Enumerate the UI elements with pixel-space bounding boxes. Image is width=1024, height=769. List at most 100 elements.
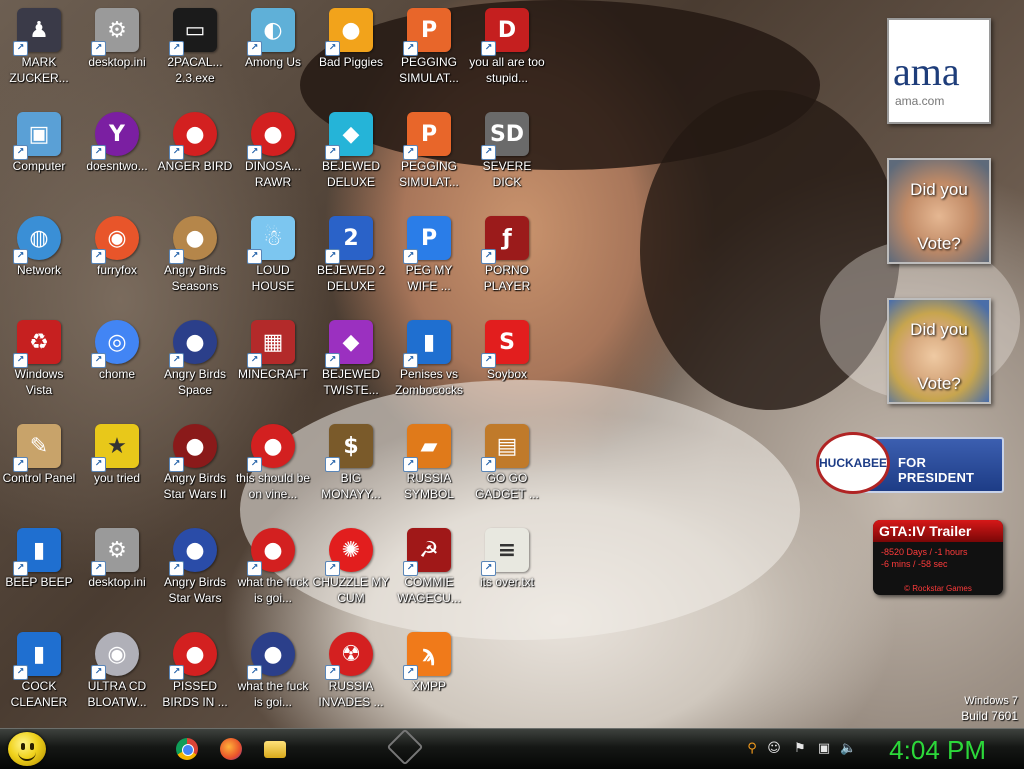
desktop-icon[interactable]: ✎ ↗ Control Panel [0,418,78,518]
did-you-vote-gadget-2[interactable]: Did you Vote? [887,298,991,404]
desktop-icon[interactable]: ● ↗ Bad Piggies [312,2,390,102]
desktop-icon[interactable]: ⚙ ↗ desktop.ini [78,2,156,102]
vote-line-1: Did you [910,180,968,199]
ama-logo-text: ama [893,49,960,94]
desktop-icon[interactable]: ♟ ↗ MARK ZUCKER... [0,2,78,102]
search-icon[interactable]: ⚲ [744,741,760,757]
ama-gadget[interactable]: ama ama.com [887,18,991,124]
desktop-icon[interactable]: 2 ↗ BEJEWED 2 DELUXE [312,210,390,310]
desktop-icon[interactable]: ▮ ↗ Penises vs Zombococks [390,314,468,414]
huckabee-for-president-gadget[interactable]: FOR PRESIDENT HUCKABEE [816,432,1004,494]
action-center-flag-icon[interactable]: ⚑ [792,741,808,757]
start-button[interactable] [8,732,46,766]
vote-line-2: Vote? [917,374,961,393]
pegging-icon: P ↗ [403,112,451,160]
desktop-icon-label: what the fuck is goi... [237,679,309,709]
desktop-icon[interactable]: ◉ ↗ furryfox [78,210,156,310]
console-icon: ▭ ↗ [169,8,217,56]
desktop-icon[interactable]: ◆ ↗ BEJEWED DELUXE [312,106,390,206]
chrome-icon: ◎ ↗ [91,320,139,368]
shortcut-arrow-icon: ↗ [325,457,340,472]
desktop-icon[interactable]: ● ↗ PISSED BIRDS IN ... [156,626,234,726]
desktop-icon[interactable]: ≡ ↗ its over.txt [468,522,546,622]
desktop-icon[interactable]: ▤ ↗ GO GO GADGET ... [468,418,546,518]
desktop-icon-label: RUSSIA INVADES ... [318,679,384,709]
desktop-icon[interactable]: $ ↗ BIG MONAYY... [312,418,390,518]
taskbar-firefox-icon[interactable] [220,738,242,760]
desktop-icon-label: PISSED BIRDS IN ... [162,679,228,709]
shortcut-arrow-icon: ↗ [325,41,340,56]
shortcut-arrow-icon: ↗ [169,665,184,680]
shortcut-arrow-icon: ↗ [91,353,106,368]
desktop-icon[interactable]: ▦ ↗ MINECRAFT [234,314,312,414]
desktop-icon[interactable]: ● ↗ Angry Birds Space [156,314,234,414]
desktop-icon[interactable]: ◍ ↗ Network [0,210,78,310]
desktop-icon[interactable]: ☃ ↗ LOUD HOUSE [234,210,312,310]
shortcut-arrow-icon: ↗ [247,41,262,56]
desktop-icon[interactable]: ▮ ↗ COCK CLEANER [0,626,78,726]
desktop-icon[interactable]: ● ↗ what the fuck is goi... [234,522,312,622]
desktop-icon[interactable]: Y ↗ doesntwo... [78,106,156,206]
shortcut-arrow-icon: ↗ [13,145,28,160]
desktop-icon[interactable]: ◉ ↗ ULTRA CD BLOATW... [78,626,156,726]
vote-line-2: Vote? [917,234,961,253]
taskbar-tool-icon[interactable] [386,728,424,766]
smiley-tray-icon[interactable]: ☺ [766,741,782,757]
desktop-icon-label: DINOSA... RAWR [244,159,301,189]
desktop-icon[interactable]: ▮ ↗ BEEP BEEP [0,522,78,622]
desktop-icon[interactable]: ♻ ↗ Windows Vista [0,314,78,414]
desktop-icon[interactable]: ★ ↗ you tried [78,418,156,518]
desktop-icon[interactable]: ● ↗ Angry Birds Star Wars [156,522,234,622]
desktop-icon[interactable]: D ↗ you all are too stupid... [468,2,546,102]
desktop-icon[interactable]: ▣ ↗ Computer [0,106,78,206]
desktop-icon[interactable]: SD ↗ SEVERE DICK [468,106,546,206]
desktop-icon-label: ULTRA CD BLOATW... [87,679,147,709]
cd-disc-icon: ◉ ↗ [91,632,139,680]
desktop-icon[interactable]: ⚙ ↗ desktop.ini [78,522,156,622]
desktop-icon[interactable]: ● ↗ this should be on vine... [234,418,312,518]
desktop-icon-label: furryfox [96,263,137,277]
desktop-icon[interactable]: ▭ ↗ 2PACAL... 2.3.exe [156,2,234,102]
desktop-icon[interactable]: ▰ ↗ RUSSIA SYMBOL [390,418,468,518]
ama-url-text: ama.com [895,94,945,108]
angry-bird-icon: ● ↗ [247,112,295,160]
desktop-icon[interactable]: S ↗ Soybox [468,314,546,414]
desktop-icon[interactable]: ☭ ↗ COMMIE WAGECU... [390,522,468,622]
desktop-icon[interactable]: ✺ ↗ CHUZZLE MY CUM [312,522,390,622]
radiation-icon: ☢ ↗ [325,632,373,680]
desktop-icon[interactable]: P ↗ PEG MY WIFE ... [390,210,468,310]
angry-bird-icon: ● ↗ [169,632,217,680]
desktop-icon[interactable]: ◆ ↗ BEJEWED TWISTE... [312,314,390,414]
shortcut-arrow-icon: ↗ [325,561,340,576]
desktop-icon[interactable]: ◎ ↗ chome [78,314,156,414]
network-tray-icon[interactable]: ▣ [816,741,832,757]
did-you-vote-gadget-1[interactable]: Did you Vote? [887,158,991,264]
huckabee-name-text: HUCKABEE [819,456,888,470]
minecraft-icon: ▦ ↗ [247,320,295,368]
desktop-icon[interactable]: ● ↗ ANGER BIRD [156,106,234,206]
shortcut-arrow-icon: ↗ [13,353,28,368]
desktop-icon[interactable]: ☢ ↗ RUSSIA INVADES ... [312,626,390,726]
start-orb-eye [21,743,25,750]
pegging-icon: P ↗ [403,8,451,56]
gta-iv-countdown-gadget[interactable]: GTA:IV Trailer -8520 Days / -1 hours -6 … [873,520,1003,595]
desktop-icon[interactable]: ϡ ↗ XMPP [390,626,468,726]
desktop-icon[interactable]: ◐ ↗ Among Us [234,2,312,102]
desktop-icon[interactable]: ● ↗ Angry Birds Star Wars II [156,418,234,518]
desktop-icon[interactable]: P ↗ PEGGING SIMULAT... [390,2,468,102]
taskbar-clock[interactable]: 4:04 PM [889,735,986,765]
desktop-icon[interactable]: P ↗ PEGGING SIMULAT... [390,106,468,206]
desktop-icon[interactable]: ƒ ↗ PORNO PLAYER [468,210,546,310]
desktop-icon[interactable]: ● ↗ DINOSA... RAWR [234,106,312,206]
desktop-icon[interactable]: ● ↗ what the fuck is goi... [234,626,312,726]
watermark-os: Windows 7 [964,695,1018,707]
sd-gear-icon: SD ↗ [481,112,529,160]
taskbar-chrome-icon[interactable] [176,738,198,760]
desktop-icon[interactable]: ● ↗ Angry Birds Seasons [156,210,234,310]
taskbar-folder-icon[interactable] [264,741,286,758]
gta-countdown-mins: -6 mins / -58 sec [881,559,948,569]
speaker-icon[interactable]: 🔈 [840,741,856,757]
desktop-icon-label: BEEP BEEP [5,575,73,589]
shortcut-arrow-icon: ↗ [325,145,340,160]
shortcut-arrow-icon: ↗ [13,665,28,680]
